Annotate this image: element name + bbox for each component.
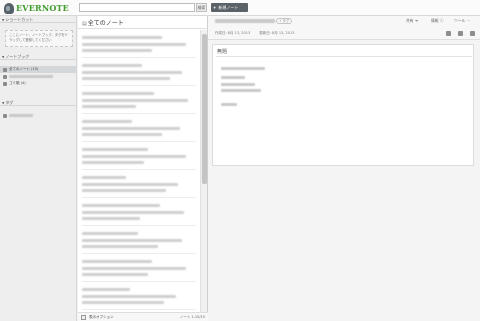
note-list-header: ▤全てのノート — [78, 16, 208, 29]
plus-icon: + — [213, 5, 217, 10]
created-date: 作成日: 8月 13, 2013 — [215, 31, 251, 35]
shortcuts-header[interactable]: ▼ショートカット — [0, 16, 77, 23]
view-options-button[interactable]: 表示オプション — [89, 313, 114, 321]
blurred-tag-name — [9, 114, 33, 117]
blurred-notebook-name — [9, 75, 53, 78]
notebook-icon — [3, 67, 7, 72]
tools-button[interactable]: ツール ⋯ — [454, 18, 470, 24]
brand-wordmark: EVERNOTE — [16, 3, 69, 13]
notebook-icon — [3, 74, 7, 79]
scrollbar-thumb[interactable] — [202, 34, 207, 184]
share-button[interactable]: 共有 ➜ — [406, 18, 418, 24]
chevron-down-icon: ⋯ — [466, 18, 471, 23]
info-button[interactable]: 情報 ⓘ — [431, 18, 444, 24]
note-list-item[interactable] — [82, 256, 196, 282]
blurred-note-text — [221, 76, 245, 79]
note-title[interactable]: 無題 — [217, 48, 227, 55]
sidebar-item-all-notes[interactable]: 全てのノート (15) — [0, 66, 77, 73]
note-list-item[interactable] — [82, 144, 196, 170]
note-list-item[interactable] — [82, 200, 196, 226]
add-tag-button[interactable]: + タグ — [276, 18, 292, 24]
note-editor: + タグ 共有 ➜ 情報 ⓘ ツール ⋯ 作成日: 8月 13, 2013 更新日… — [208, 16, 480, 321]
sidebar-item-tag[interactable] — [0, 112, 77, 119]
search-in-note-icon[interactable] — [458, 31, 463, 36]
notebook-icon: ▤ — [82, 21, 87, 27]
note-count: ノート 1-15/15 — [179, 315, 205, 319]
blurred-note-text — [221, 89, 261, 92]
delete-icon[interactable] — [470, 31, 475, 36]
blurred-note-text — [221, 67, 265, 70]
note-list-item[interactable] — [82, 60, 196, 86]
title-divider — [216, 56, 472, 57]
notebooks-header[interactable]: ▼ノートブック — [0, 53, 77, 60]
search-button[interactable]: 検索 — [196, 3, 207, 12]
info-icon: ⓘ — [439, 18, 444, 23]
note-dates: 作成日: 8月 13, 2013 更新日: 8月 13, 2013 — [215, 31, 303, 36]
note-list-item[interactable] — [82, 228, 196, 254]
note-list-item[interactable] — [82, 32, 196, 58]
sidebar-item-notebook[interactable] — [0, 73, 77, 80]
note-content-pane[interactable]: 無題 — [212, 44, 474, 166]
tags-header[interactable]: ▼タグ — [0, 99, 77, 106]
note-list-title: ▤全てのノート — [82, 20, 124, 27]
note-list — [78, 30, 200, 314]
reminder-icon[interactable] — [446, 31, 451, 36]
share-arrow-icon: ➜ — [414, 18, 418, 23]
notebook-selector[interactable] — [215, 19, 275, 23]
evernote-logo[interactable]: EVERNOTE — [4, 2, 69, 14]
top-bar: EVERNOTE 検索 + 新規ノート — [0, 0, 480, 16]
tag-icon — [3, 113, 7, 118]
note-list-item[interactable] — [82, 284, 196, 310]
collapse-triangle-icon: ▼ — [2, 18, 5, 22]
sidebar: ▼ショートカット ここにノート、ノートブック、タグをドラッグして登録してください… — [0, 16, 77, 321]
shortcuts-drop-hint: ここにノート、ノートブック、タグをドラッグして登録してください — [5, 30, 73, 47]
new-note-button[interactable]: + 新規ノート — [211, 3, 248, 12]
sidebar-item-label: 全てのノート (15) — [9, 67, 39, 71]
collapse-triangle-icon: ▼ — [2, 101, 5, 105]
sidebar-item-trash[interactable]: ゴミ箱 (4) — [0, 80, 77, 87]
collapse-triangle-icon: ▼ — [2, 55, 5, 59]
search-input[interactable] — [79, 3, 195, 12]
note-list-panel: ▤全てのノート 表示オプション ノート 1-15/15 — [78, 16, 208, 321]
note-list-scrollbar[interactable] — [200, 30, 207, 320]
updated-date: 更新日: 8月 13, 2013 — [259, 31, 295, 35]
blurred-note-text — [221, 103, 237, 106]
view-options-icon[interactable] — [81, 315, 86, 320]
note-list-footer: 表示オプション ノート 1-15/15 — [78, 312, 208, 321]
elephant-icon — [4, 2, 14, 14]
new-note-label: 新規ノート — [218, 5, 239, 10]
note-list-item[interactable] — [82, 88, 196, 114]
note-list-item[interactable] — [82, 116, 196, 142]
note-list-item[interactable] — [82, 172, 196, 198]
editor-header: + タグ 共有 ➜ 情報 ⓘ ツール ⋯ 作成日: 8月 13, 2013 更新日… — [208, 16, 480, 40]
sidebar-item-label: ゴミ箱 (4) — [9, 81, 26, 85]
blurred-note-text — [221, 83, 255, 86]
trash-icon — [3, 81, 7, 86]
